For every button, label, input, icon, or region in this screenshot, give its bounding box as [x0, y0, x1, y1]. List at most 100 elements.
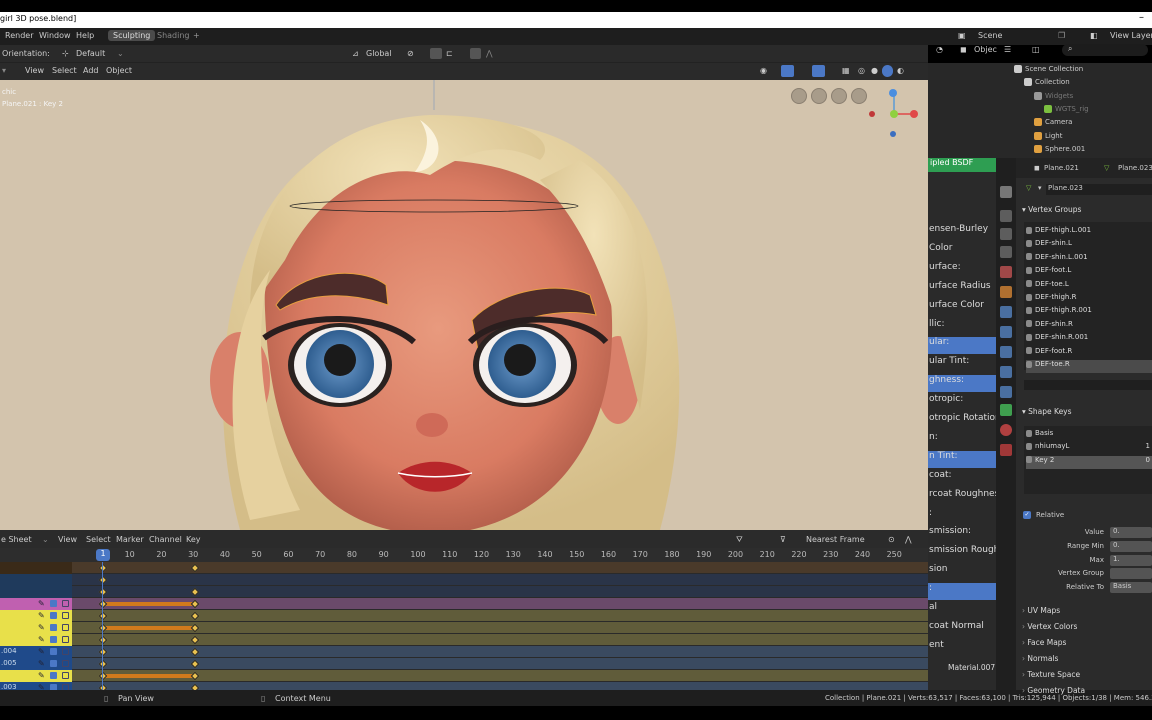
channel-area[interactable]: ✎ ✎ ✎ ✎ ✎ .004 ✎ .005 ✎ ✎ .003: [0, 562, 928, 694]
viewport-menu-select[interactable]: Select: [52, 66, 77, 75]
shape-key-item[interactable]: Key 2 0: [1026, 455, 1152, 469]
shape-key-value[interactable]: 1: [1146, 442, 1150, 450]
material-input-row[interactable]: urface Radius: [928, 281, 996, 298]
dopesheet-menu-key[interactable]: Key: [186, 535, 201, 544]
material-node-panel[interactable]: ipled BSDF Material.007 ensen-Burley Colo…: [928, 158, 996, 690]
material-input-row[interactable]: :: [928, 508, 996, 525]
outliner-search-input[interactable]: ⌕: [1062, 44, 1148, 56]
channel-checkbox[interactable]: [50, 612, 57, 619]
vertex-group-item[interactable]: DEF-shin.R: [1026, 320, 1152, 333]
channel-label[interactable]: ✎: [0, 622, 72, 634]
shading-solid-icon[interactable]: ●: [871, 66, 878, 75]
playhead-line[interactable]: [102, 562, 103, 690]
vertex-group-item[interactable]: DEF-thigh.R.001: [1026, 306, 1152, 319]
channel-label[interactable]: ✎ .004: [0, 646, 72, 658]
channel-label[interactable]: ✎: [0, 598, 72, 610]
particles-tab-icon[interactable]: [1000, 326, 1012, 338]
vertex-groups-section-header[interactable]: ▾ Vertex Groups: [1022, 205, 1081, 214]
material-input-row[interactable]: otropic Rotation: [928, 413, 996, 430]
y-axis-icon[interactable]: [890, 110, 898, 118]
property-field-value[interactable]: 0.: [1110, 527, 1152, 538]
keyframe-diamond[interactable]: [190, 611, 200, 621]
scene-tab-icon[interactable]: [1000, 266, 1012, 278]
viewport-menu-view[interactable]: View: [25, 66, 44, 75]
wrench-icon[interactable]: ✎: [38, 647, 45, 656]
toggle-grid-icon[interactable]: [791, 88, 807, 104]
material-input-row[interactable]: urface:: [928, 262, 996, 279]
material-input-row[interactable]: rcoat Roughnes: [928, 489, 996, 506]
material-input-row[interactable]: coat Normal: [928, 621, 996, 638]
scene-selector[interactable]: Scene: [978, 31, 1002, 40]
keyframe-diamond[interactable]: [98, 611, 108, 621]
keyframe-diamond[interactable]: [190, 635, 200, 645]
vertex-groups-list-resize[interactable]: [1024, 380, 1152, 390]
dopesheet-menu-view[interactable]: View: [58, 535, 77, 544]
lock-icon[interactable]: [62, 612, 69, 619]
outliner-item[interactable]: Light: [928, 131, 1152, 145]
wrench-icon[interactable]: ✎: [38, 635, 45, 644]
pivot-icon[interactable]: ⊘: [407, 49, 414, 58]
pan-hand-icon[interactable]: [831, 88, 847, 104]
material-input-row[interactable]: Color: [928, 243, 996, 260]
shape-key-value[interactable]: 0: [1146, 456, 1150, 464]
texture-tab-icon[interactable]: [1000, 444, 1012, 456]
vertex-group-item[interactable]: DEF-shin.L: [1026, 239, 1152, 252]
x-axis-icon[interactable]: [910, 110, 918, 118]
lock-icon[interactable]: [62, 648, 69, 655]
neg-x-axis-icon[interactable]: [869, 111, 875, 117]
keyframe-diamond[interactable]: [190, 671, 200, 681]
output-tab-icon[interactable]: [1000, 228, 1012, 240]
keyframe-diamond[interactable]: [98, 647, 108, 657]
keyframe-diamond[interactable]: [98, 635, 108, 645]
relative-checkbox[interactable]: ✓: [1023, 511, 1031, 519]
overlay-toggle-icon[interactable]: [812, 65, 825, 77]
vertex-group-item[interactable]: DEF-shin.R.001: [1026, 333, 1152, 346]
collapsed-section-header[interactable]: › Vertex Colors: [1022, 622, 1077, 631]
wrench-icon[interactable]: ✎: [38, 599, 45, 608]
shading-material-icon[interactable]: [882, 65, 893, 77]
physics-tab-icon[interactable]: [1000, 346, 1012, 358]
vertex-group-item[interactable]: DEF-toe.L: [1026, 280, 1152, 293]
outliner-editor-icon[interactable]: ◔: [936, 45, 943, 54]
shape-keys-section-header[interactable]: ▾ Shape Keys: [1022, 407, 1072, 416]
shading-rendered-icon[interactable]: ◐: [897, 66, 904, 75]
outliner-item[interactable]: WGTS_rig: [928, 104, 1152, 118]
mesh-data-name-field[interactable]: Plane.023: [1046, 184, 1152, 195]
keyframe-diamond[interactable]: [98, 659, 108, 669]
property-field-value[interactable]: [1110, 568, 1152, 580]
collapsed-section-header[interactable]: › Normals: [1022, 654, 1058, 663]
close-window-button[interactable]: –: [1139, 12, 1144, 23]
channel-row[interactable]: [0, 562, 928, 574]
collapsed-section-header[interactable]: › Texture Space: [1022, 670, 1080, 679]
channel-label[interactable]: ✎: [0, 610, 72, 622]
visibility-icon[interactable]: ◉: [760, 66, 767, 75]
keyframe-diamond[interactable]: [190, 599, 200, 609]
vertex-group-item[interactable]: DEF-foot.L: [1026, 266, 1152, 279]
lock-icon[interactable]: [62, 672, 69, 679]
material-input-row[interactable]: ular Tint:: [928, 356, 996, 373]
view-options-icon[interactable]: ◫: [1032, 45, 1040, 54]
camera-view-icon[interactable]: [811, 88, 827, 104]
channel-row[interactable]: ✎: [0, 610, 928, 622]
view-layer-tab-icon[interactable]: [1000, 246, 1012, 258]
keyframe-diamond[interactable]: [190, 659, 200, 669]
transform-space-dropdown[interactable]: Global: [366, 49, 392, 58]
dope-sheet-editor[interactable]: e Sheet ⌄ View Select Marker Channel Key…: [0, 530, 928, 694]
navigation-gizmo[interactable]: [864, 84, 926, 146]
falloff-curve-icon[interactable]: ⋀: [905, 535, 912, 544]
channel-label[interactable]: ✎: [0, 670, 72, 682]
editor-type-icon[interactable]: ▾: [2, 66, 6, 75]
channel-label[interactable]: [0, 586, 72, 598]
channel-row[interactable]: ✎ .005: [0, 658, 928, 670]
keyframe-hold-bar[interactable]: [104, 674, 194, 678]
constraints-tab-icon[interactable]: [1000, 366, 1012, 378]
channel-checkbox[interactable]: [50, 660, 57, 667]
channel-checkbox[interactable]: [50, 624, 57, 631]
object-data-tab-icon[interactable]: [1000, 386, 1012, 398]
material-input-row[interactable]: otropic:: [928, 394, 996, 411]
material-input-row[interactable]: al: [928, 602, 996, 619]
material-input-row[interactable]: n:: [928, 432, 996, 449]
dopesheet-menu-marker[interactable]: Marker: [116, 535, 144, 544]
material-input-row[interactable]: ensen-Burley: [928, 224, 996, 241]
menu-window[interactable]: Window: [39, 31, 71, 40]
